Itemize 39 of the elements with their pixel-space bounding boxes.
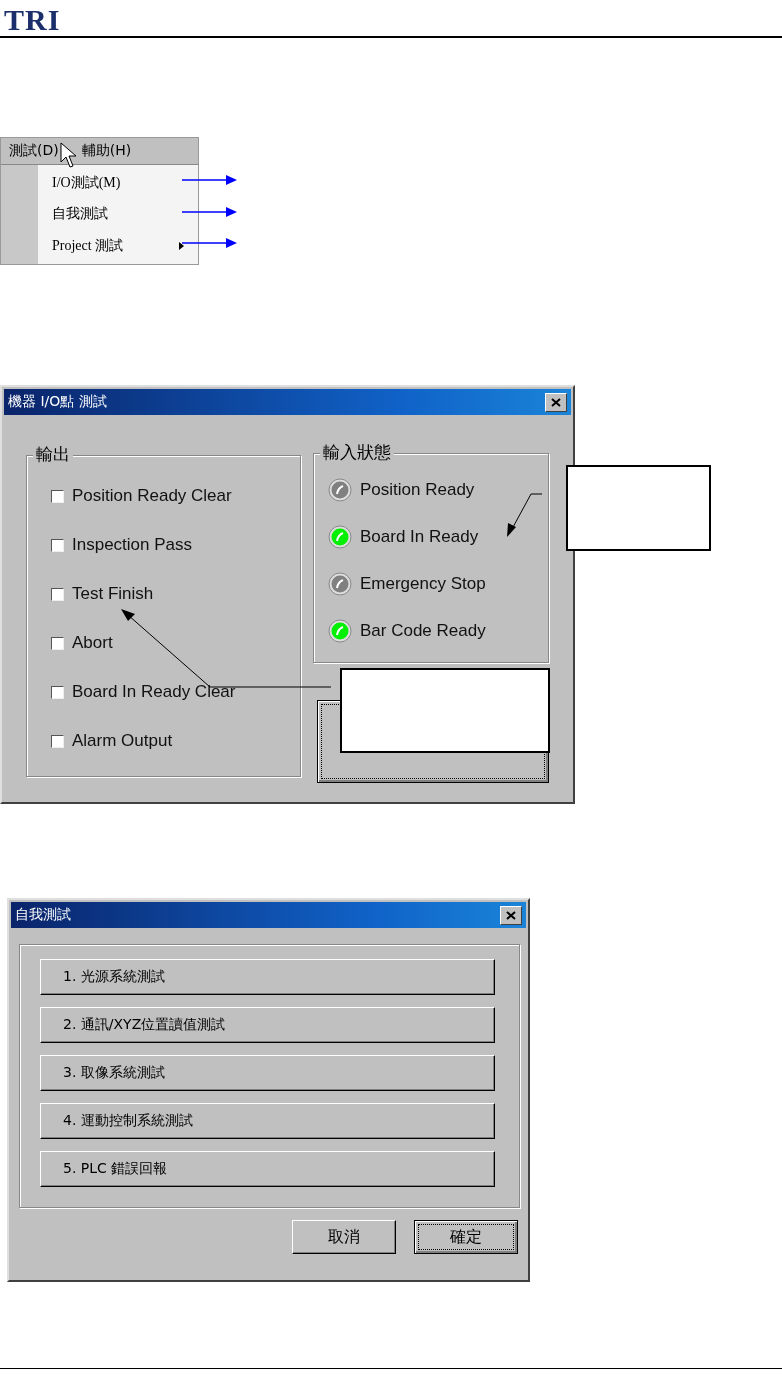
close-icon — [506, 910, 516, 920]
group-title: 輸出 — [33, 443, 73, 466]
dialog-button[interactable]: 確定 — [414, 1220, 518, 1254]
logo: TRI — [4, 4, 61, 36]
status-label: Bar Code Ready — [360, 621, 486, 641]
menu-item[interactable]: Project 測試 — [38, 237, 124, 256]
checkbox[interactable] — [51, 636, 64, 650]
close-button[interactable] — [545, 392, 567, 412]
test-button[interactable]: 2. 通訊/XYZ位置讀值測試 — [40, 1007, 495, 1043]
checkbox[interactable] — [51, 587, 64, 601]
checkbox-label: Test Finish — [72, 584, 154, 604]
checkbox[interactable] — [51, 734, 64, 748]
test-button[interactable]: 1. 光源系統測試 — [40, 959, 495, 995]
status-label: Board In Ready — [360, 527, 479, 547]
close-icon — [551, 397, 561, 407]
close-button[interactable] — [500, 905, 522, 925]
window-title: 機器 I/O點 測試 — [8, 393, 107, 411]
menubar-item[interactable]: 輔助(H) — [72, 138, 141, 164]
checkbox-label: Inspection Pass — [72, 535, 192, 555]
checkbox[interactable] — [51, 489, 64, 503]
group-title: 輸入狀態 — [320, 441, 394, 464]
checkbox-label: Abort — [72, 633, 113, 653]
checkbox[interactable] — [51, 538, 64, 552]
checkbox[interactable] — [51, 685, 64, 699]
menu-item[interactable]: I/O測試(M) — [38, 173, 121, 192]
pointer-arrow — [182, 207, 237, 217]
test-button[interactable]: 4. 運動控制系統測試 — [40, 1103, 495, 1139]
checkbox-label: Position Ready Clear — [72, 486, 232, 506]
window-title: 自我測試 — [15, 906, 71, 924]
pointer-arrow — [182, 175, 237, 185]
checkbox-label: Board In Ready Clear — [72, 682, 236, 702]
pointer-arrow — [182, 238, 237, 248]
test-button[interactable]: 5. PLC 錯誤回報 — [40, 1151, 495, 1187]
menu-item[interactable]: 自我測試 — [38, 205, 108, 224]
status-label: Emergency Stop — [360, 574, 486, 594]
checkbox-label: Alarm Output — [72, 731, 173, 751]
status-label: Position Ready — [360, 480, 475, 500]
test-button[interactable]: 3. 取像系統測試 — [40, 1055, 495, 1091]
dialog-button[interactable]: 取消 — [292, 1220, 396, 1254]
